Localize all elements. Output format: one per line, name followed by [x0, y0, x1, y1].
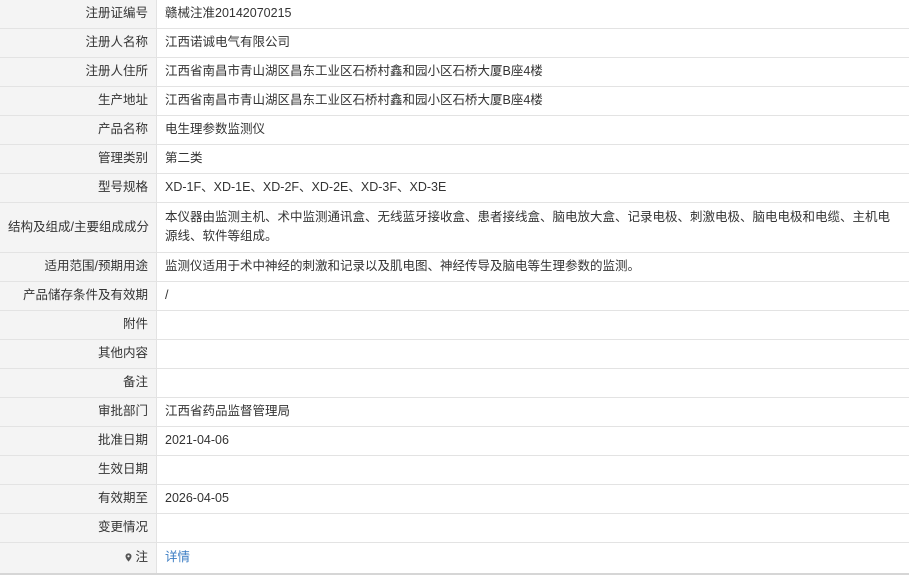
row-change-status: 变更情况 [0, 513, 909, 542]
row-label: 附件 [0, 310, 157, 339]
row-label: 适用范围/预期用途 [0, 252, 157, 281]
row-intended-use: 适用范围/预期用途 监测仪适用于术中神经的刺激和记录以及肌电图、神经传导及脑电等… [0, 252, 909, 281]
row-label: 管理类别 [0, 144, 157, 173]
row-value: 赣械注准20142070215 [157, 0, 909, 28]
note-label-cell: 注 [0, 542, 157, 574]
row-value: 电生理参数监测仪 [157, 115, 909, 144]
row-label: 备注 [0, 368, 157, 397]
row-product-name: 产品名称 电生理参数监测仪 [0, 115, 909, 144]
row-label: 注册证编号 [0, 0, 157, 28]
note-value: 详情 [157, 542, 909, 574]
row-value: XD-1F、XD-1E、XD-2F、XD-2E、XD-3F、XD-3E [157, 173, 909, 202]
row-value: 江西诺诚电气有限公司 [157, 28, 909, 57]
row-structure-composition: 结构及组成/主要组成成分 本仪器由监测主机、术中监测通讯盒、无线蓝牙接收盒、患者… [0, 202, 909, 252]
row-value [157, 513, 909, 542]
row-label: 结构及组成/主要组成成分 [0, 202, 157, 252]
row-value: 江西省南昌市青山湖区昌东工业区石桥村鑫和园小区石桥大厦B座4楼 [157, 57, 909, 86]
row-value [157, 455, 909, 484]
row-label: 生效日期 [0, 455, 157, 484]
row-value: 江西省药品监督管理局 [157, 397, 909, 426]
row-other-content: 其他内容 [0, 339, 909, 368]
row-registrant-name: 注册人名称 江西诺诚电气有限公司 [0, 28, 909, 57]
row-value: / [157, 281, 909, 310]
row-label: 注册人住所 [0, 57, 157, 86]
row-label: 生产地址 [0, 86, 157, 115]
row-value: 江西省南昌市青山湖区昌东工业区石桥村鑫和园小区石桥大厦B座4楼 [157, 86, 909, 115]
row-storage-validity: 产品储存条件及有效期 / [0, 281, 909, 310]
row-label: 审批部门 [0, 397, 157, 426]
row-value: 第二类 [157, 144, 909, 173]
row-label: 变更情况 [0, 513, 157, 542]
row-approval-date: 批准日期 2021-04-06 [0, 426, 909, 455]
row-value: 2021-04-06 [157, 426, 909, 455]
row-label: 产品名称 [0, 115, 157, 144]
row-value [157, 339, 909, 368]
registration-info-table: 注册证编号 赣械注准20142070215 注册人名称 江西诺诚电气有限公司 注… [0, 0, 909, 575]
row-remarks: 备注 [0, 368, 909, 397]
row-note: 注 详情 [0, 542, 909, 574]
location-pin-icon [124, 553, 133, 562]
row-value [157, 310, 909, 339]
row-label: 其他内容 [0, 339, 157, 368]
row-model-spec: 型号规格 XD-1F、XD-1E、XD-2F、XD-2E、XD-3F、XD-3E [0, 173, 909, 202]
row-approval-department: 审批部门 江西省药品监督管理局 [0, 397, 909, 426]
row-value: 监测仪适用于术中神经的刺激和记录以及肌电图、神经传导及脑电等生理参数的监测。 [157, 252, 909, 281]
row-management-category: 管理类别 第二类 [0, 144, 909, 173]
row-value: 2026-04-05 [157, 484, 909, 513]
row-label: 型号规格 [0, 173, 157, 202]
row-label: 产品储存条件及有效期 [0, 281, 157, 310]
row-attachment: 附件 [0, 310, 909, 339]
details-link[interactable]: 详情 [165, 550, 190, 564]
note-label: 注 [135, 550, 148, 564]
row-label: 批准日期 [0, 426, 157, 455]
row-value [157, 368, 909, 397]
row-label: 有效期至 [0, 484, 157, 513]
row-effective-date: 生效日期 [0, 455, 909, 484]
row-valid-until: 有效期至 2026-04-05 [0, 484, 909, 513]
row-registration-number: 注册证编号 赣械注准20142070215 [0, 0, 909, 28]
row-production-address: 生产地址 江西省南昌市青山湖区昌东工业区石桥村鑫和园小区石桥大厦B座4楼 [0, 86, 909, 115]
row-registrant-address: 注册人住所 江西省南昌市青山湖区昌东工业区石桥村鑫和园小区石桥大厦B座4楼 [0, 57, 909, 86]
row-label: 注册人名称 [0, 28, 157, 57]
row-value: 本仪器由监测主机、术中监测通讯盒、无线蓝牙接收盒、患者接线盒、脑电放大盒、记录电… [157, 202, 909, 252]
